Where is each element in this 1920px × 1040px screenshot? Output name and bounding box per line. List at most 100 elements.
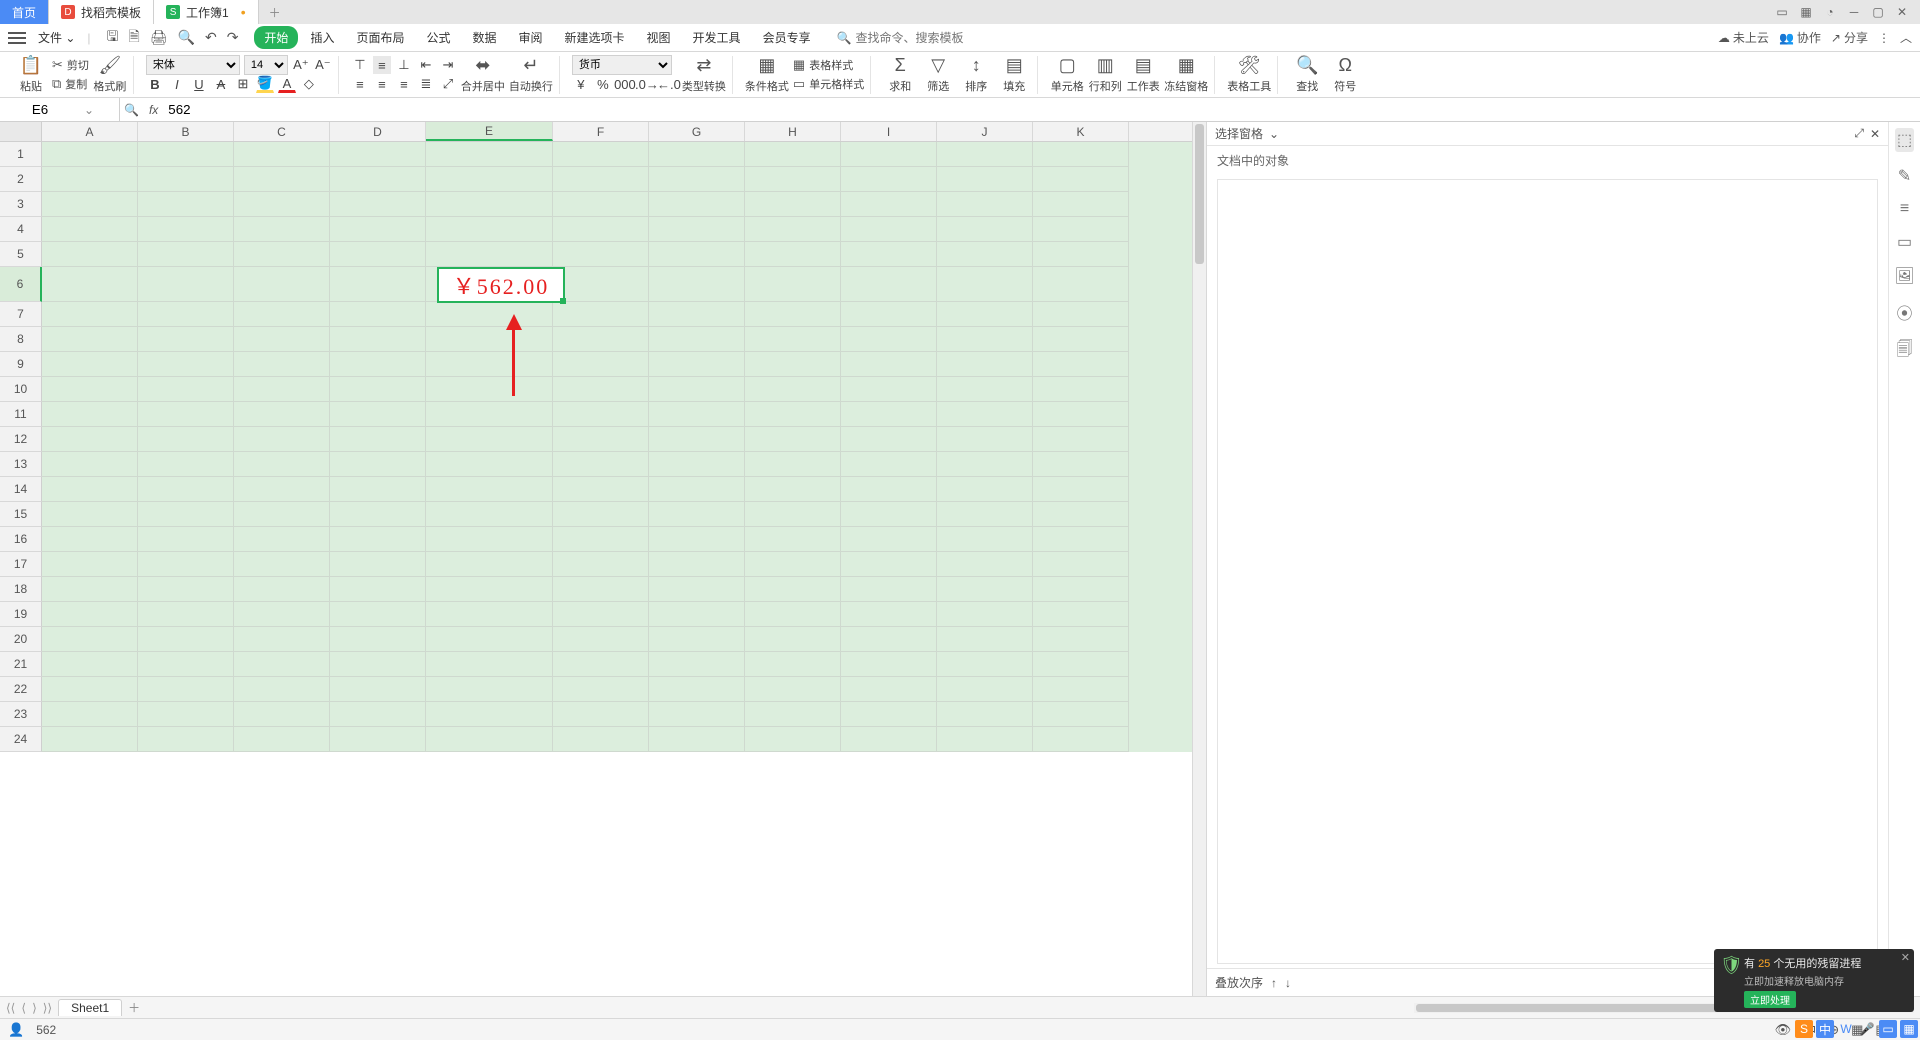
sheet-tab-1[interactable]: Sheet1: [58, 999, 122, 1016]
row-header-14[interactable]: 14: [0, 477, 42, 502]
move-up-icon[interactable]: ↑: [1271, 976, 1277, 990]
select-all-corner[interactable]: [0, 122, 42, 141]
font-size-select[interactable]: 14: [244, 55, 288, 75]
align-middle-icon[interactable]: ≡: [373, 56, 391, 74]
vertical-scrollbar[interactable]: [1192, 122, 1206, 996]
sheet-next-icon[interactable]: ⟩: [32, 1001, 37, 1015]
col-header-I[interactable]: I: [841, 122, 937, 141]
align-top-icon[interactable]: ⊤: [351, 56, 369, 74]
align-left-icon[interactable]: ≡: [351, 75, 369, 93]
tray-icon-4[interactable]: 🎤: [1858, 1020, 1876, 1038]
format-painter-button[interactable]: 🖌格式刷: [93, 55, 127, 94]
italic-button[interactable]: I: [168, 75, 186, 93]
tab-home[interactable]: 首页: [0, 0, 49, 24]
fill-color-button[interactable]: 🪣: [256, 75, 274, 93]
copy-button[interactable]: ⧉复制: [52, 76, 89, 93]
fx-zoom-icon[interactable]: 🔍: [120, 103, 143, 117]
find-button[interactable]: 🔍查找: [1290, 55, 1324, 94]
file-menu[interactable]: 文件 ⌄: [32, 27, 81, 48]
tab-formula[interactable]: 公式: [416, 26, 460, 49]
minimize-icon[interactable]: ─: [1844, 2, 1864, 22]
row-header-11[interactable]: 11: [0, 402, 42, 427]
row-header-23[interactable]: 23: [0, 702, 42, 727]
paste-button[interactable]: 📋粘贴: [14, 55, 48, 94]
col-header-B[interactable]: B: [138, 122, 234, 141]
layout-pane-icon[interactable]: ▭: [1897, 232, 1912, 252]
pane-dropdown-icon[interactable]: ⌄: [1269, 127, 1279, 141]
row-header-4[interactable]: 4: [0, 217, 42, 242]
select-pane-icon[interactable]: ⬚: [1895, 128, 1914, 152]
backup-icon[interactable]: 🗐: [1897, 338, 1913, 365]
font-color-button[interactable]: A: [278, 75, 296, 93]
tab-review[interactable]: 审阅: [509, 26, 553, 49]
tab-insert[interactable]: 插入: [300, 26, 344, 49]
indent-inc-icon[interactable]: ⇥: [439, 56, 457, 74]
cut-button[interactable]: ✂剪切: [52, 57, 89, 74]
row-header-24[interactable]: 24: [0, 727, 42, 752]
row-header-9[interactable]: 9: [0, 352, 42, 377]
decrease-font-icon[interactable]: A⁻: [314, 56, 332, 74]
tray-icon-2[interactable]: 中: [1816, 1020, 1834, 1038]
tray-icon-5[interactable]: ▭: [1879, 1020, 1897, 1038]
row-header-13[interactable]: 13: [0, 452, 42, 477]
add-tab-button[interactable]: ＋: [259, 4, 291, 21]
maximize-icon[interactable]: ▢: [1868, 2, 1888, 22]
fill-button[interactable]: ▤填充: [997, 55, 1031, 94]
orientation-icon[interactable]: ⤢: [439, 75, 457, 93]
row-header-7[interactable]: 7: [0, 302, 42, 327]
tab-vip[interactable]: 会员专享: [753, 26, 821, 49]
style-icon[interactable]: ✎: [1898, 166, 1911, 186]
col-header-J[interactable]: J: [937, 122, 1033, 141]
sheet-prev-icon[interactable]: ⟨: [21, 1001, 26, 1015]
row-header-19[interactable]: 19: [0, 602, 42, 627]
namebox-dropdown-icon[interactable]: ⌄: [80, 103, 98, 117]
font-name-select[interactable]: 宋体: [146, 55, 240, 75]
col-header-C[interactable]: C: [234, 122, 330, 141]
align-right-icon[interactable]: ≡: [395, 75, 413, 93]
close-icon[interactable]: ✕: [1892, 2, 1912, 22]
table-style-button[interactable]: ▦表格样式: [793, 57, 864, 74]
row-header-1[interactable]: 1: [0, 142, 42, 167]
collapse-ribbon-icon[interactable]: ︿: [1900, 29, 1912, 46]
formula-input[interactable]: [164, 102, 1920, 117]
eye-icon[interactable]: 👁: [1775, 1022, 1792, 1038]
notification-toast[interactable]: 🛡 ✕ 有 25 个无用的残留进程 立即加速释放电脑内存 立即处理: [1714, 949, 1914, 1012]
apps-icon[interactable]: ▦: [1796, 2, 1816, 22]
row-header-6[interactable]: 6: [0, 267, 42, 302]
share-button[interactable]: ↗ 分享: [1831, 29, 1868, 46]
row-header-8[interactable]: 8: [0, 327, 42, 352]
saveas-icon[interactable]: 🗎: [128, 26, 139, 50]
tab-view[interactable]: 视图: [637, 26, 681, 49]
save-icon[interactable]: 🖫: [107, 26, 119, 50]
col-header-E[interactable]: E: [426, 122, 553, 141]
row-header-20[interactable]: 20: [0, 627, 42, 652]
cloud-status[interactable]: ☁ 未上云: [1718, 29, 1769, 46]
col-header-H[interactable]: H: [745, 122, 841, 141]
strike-button[interactable]: A: [212, 75, 230, 93]
tab-custom[interactable]: 新建选项卡: [555, 26, 635, 49]
spreadsheet-grid[interactable]: A B C D E F G H I J K 123456789101112131…: [0, 122, 1192, 996]
row-header-15[interactable]: 15: [0, 502, 42, 527]
active-cell-E6[interactable]: ￥562.00: [437, 267, 565, 303]
tray-icon-1[interactable]: S: [1795, 1020, 1813, 1038]
bold-button[interactable]: B: [146, 75, 164, 93]
tab-templates[interactable]: D 找稻壳模板: [49, 0, 154, 24]
indent-dec-icon[interactable]: ⇤: [417, 56, 435, 74]
wrap-button[interactable]: ↵自动换行: [509, 55, 553, 94]
thousands-icon[interactable]: 000: [616, 75, 634, 93]
row-header-21[interactable]: 21: [0, 652, 42, 677]
col-header-F[interactable]: F: [553, 122, 649, 141]
tab-start[interactable]: 开始: [254, 26, 298, 49]
symbol-button[interactable]: Ω符号: [1328, 55, 1362, 94]
justify-icon[interactable]: ≣: [417, 75, 435, 93]
row-header-16[interactable]: 16: [0, 527, 42, 552]
merge-button[interactable]: ⬌合并居中: [461, 55, 505, 94]
collab-button[interactable]: 👥 协作: [1779, 29, 1821, 46]
cell-button[interactable]: ▢单元格: [1050, 55, 1084, 94]
pane-pin-icon[interactable]: ⤢: [1854, 126, 1864, 141]
tray-icon-3[interactable]: W: [1837, 1020, 1855, 1038]
command-search[interactable]: 🔍: [837, 31, 996, 45]
row-header-3[interactable]: 3: [0, 192, 42, 217]
row-header-2[interactable]: 2: [0, 167, 42, 192]
print-icon[interactable]: 🖨: [150, 29, 168, 46]
